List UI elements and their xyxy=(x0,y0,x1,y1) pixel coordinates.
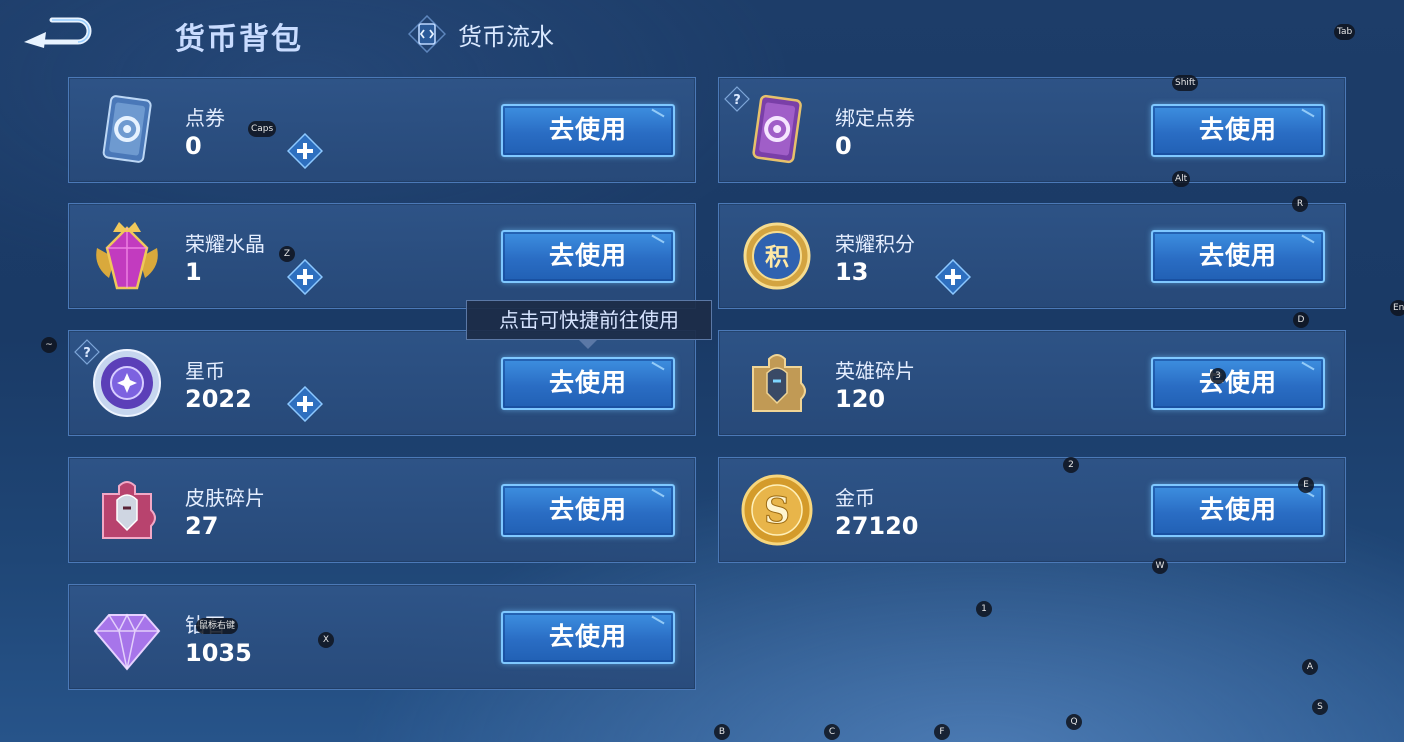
use-star-coin-button[interactable]: 去使用 xyxy=(501,357,675,410)
currency-name: 荣耀水晶 xyxy=(185,232,265,256)
key-hint: B xyxy=(714,724,730,740)
plus-icon xyxy=(286,132,324,170)
currency-name: 点券 xyxy=(185,106,225,130)
currency-amount: 120 xyxy=(835,385,886,413)
currency-card-hero-fragment: 英雄碎片 120 去使用 xyxy=(718,330,1346,436)
currency-card-star-coin: ? 星币 2022 去使用 xyxy=(68,330,696,436)
svg-text:S: S xyxy=(764,490,790,532)
key-hint: X xyxy=(318,632,334,648)
use-voucher-button[interactable]: 去使用 xyxy=(501,104,675,157)
use-hero-fragment-button[interactable]: 去使用 xyxy=(1151,357,1325,410)
currency-name: 荣耀积分 xyxy=(835,232,915,256)
skin-fragment-icon xyxy=(89,472,165,548)
currency-name: 星币 xyxy=(185,359,225,383)
key-hint: C xyxy=(824,724,840,740)
key-hint: Q xyxy=(1066,714,1082,730)
key-hint: 2 xyxy=(1063,457,1079,473)
add-star-coin-button[interactable] xyxy=(286,385,324,423)
key-hint: Tab xyxy=(1334,24,1356,40)
tab-coin-flow[interactable]: 货币流水 xyxy=(407,12,554,56)
voucher-card-icon xyxy=(89,92,165,168)
tab-coin-flow-label: 货币流水 xyxy=(458,22,554,51)
currency-card-glory-points: 积 荣耀积分 13 去使用 xyxy=(718,203,1346,309)
coin-flow-icon xyxy=(407,14,447,54)
currency-card-skin-fragment: 皮肤碎片 27 去使用 xyxy=(68,457,696,563)
key-hint: Z xyxy=(279,246,295,262)
back-arrow-icon xyxy=(24,17,92,48)
key-hint: 3 xyxy=(1210,368,1226,384)
currency-card-diamond: 钻石 1035 去使用 xyxy=(68,584,696,690)
star-coin-icon xyxy=(89,345,165,421)
plus-icon xyxy=(934,258,972,296)
gold-coin-icon: S xyxy=(739,472,815,548)
use-shortcut-tooltip: 点击可快捷前往使用 xyxy=(466,300,712,349)
currency-amount: 27120 xyxy=(835,512,919,540)
back-button[interactable] xyxy=(22,14,94,50)
currency-amount: 1 xyxy=(185,258,202,286)
key-hint: W xyxy=(1152,558,1168,574)
key-hint: A xyxy=(1302,659,1318,675)
currency-card-voucher: 点券 0 去使用 xyxy=(68,77,696,183)
diamond-icon xyxy=(89,599,165,675)
currency-amount: 1035 xyxy=(185,639,252,667)
currency-card-glory-crystal: 荣耀水晶 1 去使用 xyxy=(68,203,696,309)
key-hint: 鼠标右键 xyxy=(196,618,239,634)
currency-amount: 13 xyxy=(835,258,869,286)
page-title: 货币背包 xyxy=(175,22,303,57)
use-glory-points-button[interactable]: 去使用 xyxy=(1151,230,1325,283)
use-glory-crystal-button[interactable]: 去使用 xyxy=(501,230,675,283)
key-hint: En xyxy=(1390,300,1404,316)
add-voucher-button[interactable] xyxy=(286,132,324,170)
currency-amount: 2022 xyxy=(185,385,252,413)
plus-icon xyxy=(286,385,324,423)
key-hint: ~ xyxy=(41,337,57,353)
key-hint: D xyxy=(1293,312,1309,328)
currency-name: 绑定点券 xyxy=(835,106,915,130)
glory-points-icon: 积 xyxy=(739,218,815,294)
hero-fragment-icon xyxy=(739,345,815,421)
glory-crystal-icon xyxy=(89,218,165,294)
currency-name: 英雄碎片 xyxy=(835,359,915,383)
key-hint: Caps xyxy=(248,121,277,137)
key-hint: F xyxy=(934,724,950,740)
key-hint: S xyxy=(1312,699,1328,715)
key-hint: Shift xyxy=(1172,75,1199,91)
key-hint: 1 xyxy=(976,601,992,617)
key-hint: R xyxy=(1292,196,1308,212)
currency-amount: 0 xyxy=(835,132,852,160)
currency-name: 金币 xyxy=(835,486,875,510)
plus-icon xyxy=(286,258,324,296)
use-diamond-button[interactable]: 去使用 xyxy=(501,611,675,664)
add-glory-crystal-button[interactable] xyxy=(286,258,324,296)
currency-card-gold-coin: S 金币 27120 去使用 xyxy=(718,457,1346,563)
currency-amount: 0 xyxy=(185,132,202,160)
svg-text:积: 积 xyxy=(765,243,789,271)
bound-voucher-card-icon xyxy=(739,92,815,168)
currency-card-bound-voucher: ? 绑定点券 0 去使用 xyxy=(718,77,1346,183)
add-glory-points-button[interactable] xyxy=(934,258,972,296)
key-hint: E xyxy=(1298,477,1314,493)
key-hint: Alt xyxy=(1172,171,1191,187)
currency-amount: 27 xyxy=(185,512,219,540)
use-skin-fragment-button[interactable]: 去使用 xyxy=(501,484,675,537)
use-gold-coin-button[interactable]: 去使用 xyxy=(1151,484,1325,537)
currency-name: 皮肤碎片 xyxy=(185,486,265,510)
use-bound-voucher-button[interactable]: 去使用 xyxy=(1151,104,1325,157)
